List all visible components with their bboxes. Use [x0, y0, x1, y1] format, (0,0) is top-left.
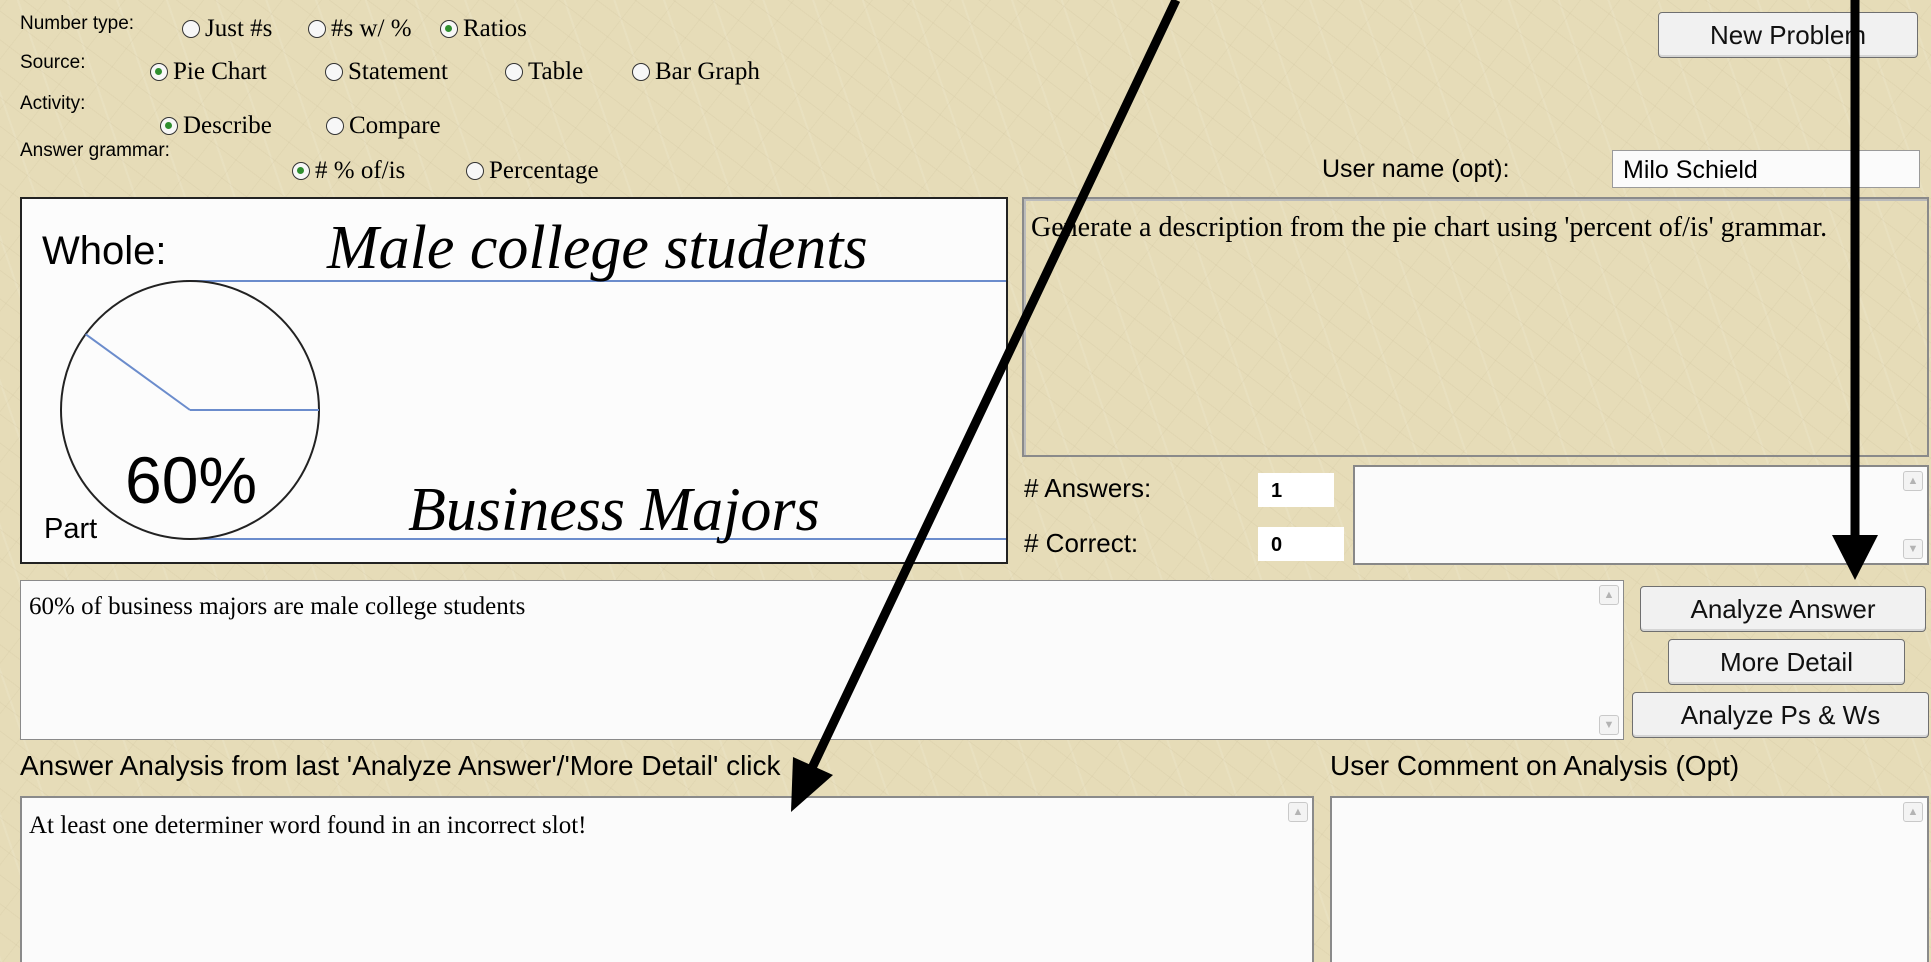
- radio-percent-of-is[interactable]: # % of/is: [292, 157, 405, 185]
- radio-compare[interactable]: Compare: [326, 112, 441, 140]
- radio-label: Percentage: [489, 157, 599, 184]
- radio-circle[interactable]: [325, 63, 343, 81]
- more-detail-button[interactable]: More Detail: [1668, 639, 1905, 685]
- radio-label: Table: [528, 58, 584, 85]
- comment-textarea[interactable]: ▲: [1330, 796, 1929, 962]
- radio-just-numbers[interactable]: Just #s: [182, 15, 272, 43]
- radio-numbers-with-percent[interactable]: #s w/ %: [308, 15, 412, 43]
- answers-count-label: # Answers:: [1024, 473, 1152, 503]
- radio-label: Compare: [349, 112, 441, 139]
- radio-label: Describe: [183, 112, 272, 139]
- radio-circle-selected[interactable]: [292, 162, 310, 180]
- radio-statement[interactable]: Statement: [325, 58, 448, 86]
- pie-percent-label: 60%: [125, 443, 258, 517]
- part-value: Business Majors: [408, 476, 820, 544]
- radio-circle[interactable]: [308, 20, 326, 38]
- user-name-input[interactable]: Milo Schield: [1612, 150, 1920, 188]
- pie-chart-panel: Whole: Male college students 60% Part Bu…: [20, 197, 1008, 564]
- part-label: Part: [44, 513, 98, 545]
- radio-circle[interactable]: [632, 63, 650, 81]
- number-type-label: Number type:: [20, 13, 135, 34]
- radio-circle-selected[interactable]: [440, 20, 458, 38]
- radio-circle[interactable]: [505, 63, 523, 81]
- user-name-label: User name (opt):: [1322, 155, 1510, 183]
- scroll-up-arrow-icon[interactable]: ▲: [1288, 802, 1308, 822]
- radio-describe[interactable]: Describe: [160, 112, 272, 140]
- radio-table[interactable]: Table: [505, 58, 583, 86]
- scroll-up-arrow-icon[interactable]: ▲: [1903, 471, 1923, 491]
- answers-count-value: 1: [1258, 473, 1334, 507]
- analysis-heading: Answer Analysis from last 'Analyze Answe…: [20, 750, 781, 781]
- new-problem-button[interactable]: New Problem: [1658, 12, 1918, 58]
- scroll-down-arrow-icon[interactable]: ▼: [1903, 539, 1923, 559]
- radio-pie-chart[interactable]: Pie Chart: [150, 58, 267, 86]
- scroll-up-arrow-icon[interactable]: ▲: [1599, 585, 1619, 605]
- radio-circle-selected[interactable]: [160, 117, 178, 135]
- radio-label: #s w/ %: [331, 15, 412, 42]
- comment-heading: User Comment on Analysis (Opt): [1330, 750, 1740, 781]
- analysis-text: At least one determiner word found in an…: [29, 812, 587, 839]
- radio-percentage[interactable]: Percentage: [466, 157, 599, 185]
- feedback-list-box[interactable]: ▲ ▼: [1353, 465, 1929, 565]
- instruction-text: Generate a description from the pie char…: [1031, 212, 1828, 243]
- radio-label: Statement: [348, 58, 448, 85]
- radio-label: # % of/is: [315, 157, 406, 184]
- analyze-ps-ws-button[interactable]: Analyze Ps & Ws: [1632, 692, 1929, 738]
- radio-label: Bar Graph: [655, 58, 760, 85]
- scroll-up-arrow-icon[interactable]: ▲: [1903, 802, 1923, 822]
- radio-circle-selected[interactable]: [150, 63, 168, 81]
- answer-textarea[interactable]: 60% of business majors are male college …: [20, 580, 1624, 740]
- whole-label: Whole:: [42, 229, 167, 273]
- answer-grammar-label: Answer grammar:: [20, 140, 170, 161]
- radio-circle[interactable]: [182, 20, 200, 38]
- radio-ratios[interactable]: Ratios: [440, 15, 527, 43]
- radio-label: Pie Chart: [173, 58, 267, 85]
- correct-count-label: # Correct:: [1024, 528, 1139, 558]
- instruction-box: Generate a description from the pie char…: [1022, 197, 1929, 457]
- radio-label: Just #s: [205, 15, 273, 42]
- scroll-down-arrow-icon[interactable]: ▼: [1599, 715, 1619, 735]
- radio-circle[interactable]: [326, 117, 344, 135]
- radio-bar-graph[interactable]: Bar Graph: [632, 58, 760, 86]
- radio-circle[interactable]: [466, 162, 484, 180]
- analysis-textarea[interactable]: At least one determiner word found in an…: [20, 796, 1314, 962]
- radio-label: Ratios: [463, 15, 527, 42]
- whole-value: Male college students: [327, 214, 868, 282]
- answer-text: 60% of business majors are male college …: [29, 593, 526, 620]
- source-label: Source:: [20, 52, 86, 73]
- correct-count-value: 0: [1258, 527, 1344, 561]
- activity-label: Activity:: [20, 93, 86, 114]
- analyze-answer-button[interactable]: Analyze Answer: [1640, 586, 1926, 632]
